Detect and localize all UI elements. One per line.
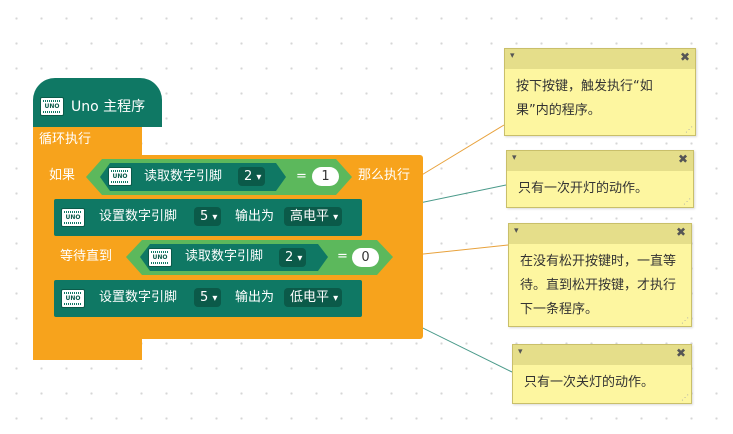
if-value-input[interactable]: 1 xyxy=(312,167,339,186)
output-as-label: 输出为 xyxy=(235,209,275,224)
collapse-icon[interactable]: ▾ xyxy=(510,51,515,61)
comment-title-bar[interactable]: ▾ ✖ xyxy=(505,49,695,69)
comment-text[interactable]: 只有一次关灯的动作。 xyxy=(513,365,691,401)
close-icon[interactable]: ✖ xyxy=(678,152,688,166)
loop-label: 循环执行 xyxy=(39,132,92,147)
set-high-pin-dropdown[interactable]: 5 ▾ xyxy=(194,207,222,226)
uno-board-icon: UNO xyxy=(61,208,85,227)
resize-handle-icon[interactable]: ⋰ xyxy=(685,125,693,134)
chevron-down-icon: ▾ xyxy=(256,172,262,183)
set-digital-pin-high-block[interactable]: UNO 设置数字引脚 5 ▾ 输出为 高电平 ▾ xyxy=(54,199,362,236)
collapse-icon[interactable]: ▾ xyxy=(514,226,519,236)
collapse-icon[interactable]: ▾ xyxy=(512,153,517,163)
wait-value-input[interactable]: 0 xyxy=(352,248,379,267)
chevron-down-icon: ▾ xyxy=(333,293,339,304)
comment-note[interactable]: ▾ ✖ 按下按键，触发执行“如果”内的程序。 ⋰ xyxy=(504,48,696,136)
uno-board-icon: UNO xyxy=(108,167,132,186)
wait-until-label: 等待直到 xyxy=(60,249,113,264)
connector-comment-1 xyxy=(419,124,505,177)
output-as-label: 输出为 xyxy=(235,290,275,305)
resize-handle-icon[interactable]: ⋰ xyxy=(681,316,689,325)
if-label: 如果 xyxy=(49,168,76,183)
comment-title-bar[interactable]: ▾ ✖ xyxy=(509,224,691,244)
comment-note[interactable]: ▾ ✖ 只有一次关灯的动作。 ⋰ xyxy=(512,344,692,404)
set-pin-label: 设置数字引脚 xyxy=(99,290,178,305)
close-icon[interactable]: ✖ xyxy=(676,225,686,239)
comment-title-bar[interactable]: ▾ ✖ xyxy=(507,151,693,171)
comment-title-bar[interactable]: ▾ ✖ xyxy=(513,345,691,365)
chevron-down-icon: ▾ xyxy=(212,293,218,304)
uno-board-icon: UNO xyxy=(40,97,64,116)
close-icon[interactable]: ✖ xyxy=(680,50,690,64)
uno-main-program-block[interactable]: UNO Uno 主程序 xyxy=(33,78,162,127)
set-low-pin-dropdown[interactable]: 5 ▾ xyxy=(194,288,222,307)
close-icon[interactable]: ✖ xyxy=(676,346,686,360)
set-high-level-dropdown[interactable]: 高电平 ▾ xyxy=(284,207,343,226)
blocks-workspace[interactable]: UNO Uno 主程序 循环执行 如果 那么执行 UNO 读取数字引脚 2 ▾ … xyxy=(0,0,733,434)
set-low-level-dropdown[interactable]: 低电平 ▾ xyxy=(284,288,343,307)
comment-note[interactable]: ▾ ✖ 只有一次开灯的动作。 ⋰ xyxy=(506,150,694,208)
set-digital-pin-low-block[interactable]: UNO 设置数字引脚 5 ▾ 输出为 低电平 ▾ xyxy=(54,280,362,317)
set-pin-label: 设置数字引脚 xyxy=(99,209,178,224)
comment-text[interactable]: 按下按键，触发执行“如果”内的程序。 xyxy=(505,69,695,129)
resize-handle-icon[interactable]: ⋰ xyxy=(683,197,691,206)
read-digital-pin-label: 读取数字引脚 xyxy=(185,249,264,264)
uno-board-icon: UNO xyxy=(61,289,85,308)
collapse-icon[interactable]: ▾ xyxy=(518,347,523,357)
resize-handle-icon[interactable]: ⋰ xyxy=(681,393,689,402)
comment-text[interactable]: 只有一次开灯的动作。 xyxy=(507,171,693,207)
if-pin-dropdown[interactable]: 2 ▾ xyxy=(238,167,266,186)
then-label: 那么执行 xyxy=(358,168,411,183)
wait-pin-dropdown[interactable]: 2 ▾ xyxy=(279,248,307,267)
wait-operator[interactable]: = xyxy=(337,248,348,266)
comment-note[interactable]: ▾ ✖ 在没有松开按键时，一直等待。直到松开按键，才执行下一条程序。 ⋰ xyxy=(508,223,692,327)
if-operator[interactable]: = xyxy=(296,168,307,186)
read-digital-pin-label: 读取数字引脚 xyxy=(144,169,223,184)
chevron-down-icon: ▾ xyxy=(212,212,218,223)
chevron-down-icon: ▾ xyxy=(333,212,339,223)
chevron-down-icon: ▾ xyxy=(297,253,303,264)
comment-text[interactable]: 在没有松开按键时，一直等待。直到松开按键，才执行下一条程序。 xyxy=(509,244,691,328)
uno-board-icon: UNO xyxy=(148,248,172,267)
main-program-label: Uno 主程序 xyxy=(71,99,146,115)
